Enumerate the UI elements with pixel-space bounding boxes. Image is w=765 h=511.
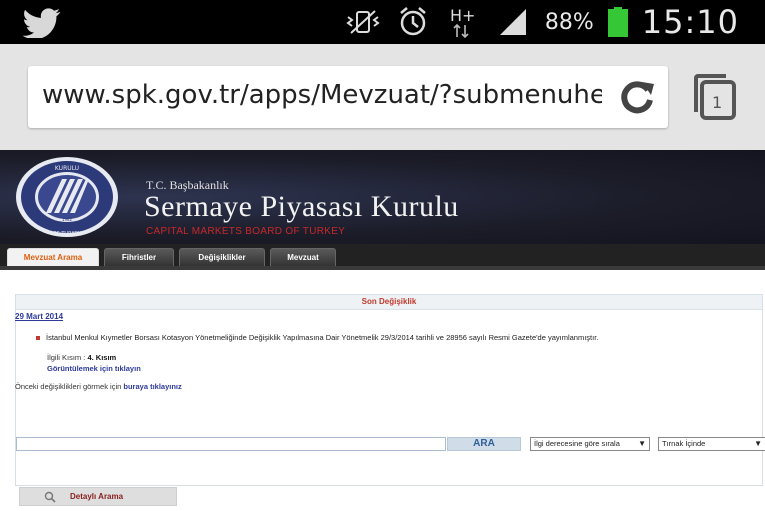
tab-mevzuat[interactable]: Mevzuat	[270, 248, 336, 266]
detailed-search-label: Detaylı Arama	[70, 492, 124, 501]
panel-title: Son Değişiklik	[16, 295, 762, 310]
status-bar: H+ 88% 15:10	[0, 0, 765, 44]
signal-icon	[495, 6, 531, 38]
main-nav: Mevzuat Arama Fihristler Değişiklikler M…	[0, 244, 765, 270]
site-title: Sermaye Piyasası Kurulu	[144, 190, 459, 223]
battery-icon	[607, 7, 628, 37]
related-section-label: İlgili Kısım :	[47, 353, 86, 362]
previous-changes-text: Önceki değişiklikleri görmek için	[15, 382, 122, 391]
magnifier-icon	[44, 491, 56, 503]
related-section-value: 4. Kısım	[87, 353, 117, 362]
search-input[interactable]	[16, 437, 446, 451]
bullet-icon	[36, 336, 40, 340]
svg-text:H+: H+	[450, 6, 475, 25]
reload-icon[interactable]	[618, 78, 656, 116]
tab-count: 1	[712, 93, 722, 112]
date-link[interactable]: 29 Mart 2014	[15, 312, 63, 321]
battery-percent: 88%	[544, 9, 594, 35]
mute-vibrate-icon	[345, 6, 381, 38]
tab-fihristler[interactable]: Fihristler	[104, 248, 174, 266]
address-bar[interactable]: www.spk.gov.tr/apps/Mevzuat/?submenuhead…	[28, 66, 668, 128]
view-link[interactable]: Görüntülemek için tıklayın	[47, 364, 141, 373]
match-mode-select[interactable]: Tırnak İçinde ▼	[658, 437, 765, 451]
search-button[interactable]: ARA	[447, 437, 521, 451]
sort-select[interactable]: İlgi derecesine göre sırala ▼	[530, 437, 650, 451]
detailed-search-button[interactable]: Detaylı Arama	[19, 487, 177, 506]
sort-select-value: İlgi derecesine göre sırala	[534, 439, 620, 448]
alarm-icon	[395, 6, 431, 38]
site-header: KURULU OF TURKEY 1982 T.C. Başbakanlık S…	[0, 150, 765, 244]
browser-toolbar: www.spk.gov.tr/apps/Mevzuat/?submenuhead…	[0, 44, 765, 150]
clock: 15:10	[641, 3, 739, 41]
spk-seal-logo[interactable]: KURULU OF TURKEY 1982	[14, 155, 120, 239]
previous-changes-link[interactable]: buraya tıklayınız	[123, 382, 181, 391]
tab-degisiklikler[interactable]: Değişiklikler	[179, 248, 265, 266]
chevron-down-icon: ▼	[638, 439, 646, 448]
site-subtitle: CAPITAL MARKETS BOARD OF TURKEY	[146, 226, 346, 237]
url-text[interactable]: www.spk.gov.tr/apps/Mevzuat/?submenuhead…	[42, 80, 602, 110]
twitter-bird-icon	[22, 8, 61, 38]
svg-text:KURULU: KURULU	[55, 165, 79, 172]
svg-text:1982: 1982	[62, 217, 73, 222]
change-description: İstanbul Menkul Kıymetler Borsası Kotasy…	[46, 333, 599, 342]
tab-mevzuat-arama[interactable]: Mevzuat Arama	[7, 248, 99, 270]
chevron-down-icon: ▼	[754, 439, 762, 448]
match-mode-value: Tırnak İçinde	[662, 439, 706, 448]
tab-switcher-icon[interactable]: 1	[694, 74, 738, 122]
svg-text:OF TURKEY: OF TURKEY	[53, 231, 82, 237]
previous-changes: Önceki değişiklikleri görmek için buraya…	[15, 382, 182, 391]
related-section: İlgili Kısım : 4. Kısım	[47, 353, 116, 362]
hplus-data-icon: H+	[445, 6, 481, 39]
